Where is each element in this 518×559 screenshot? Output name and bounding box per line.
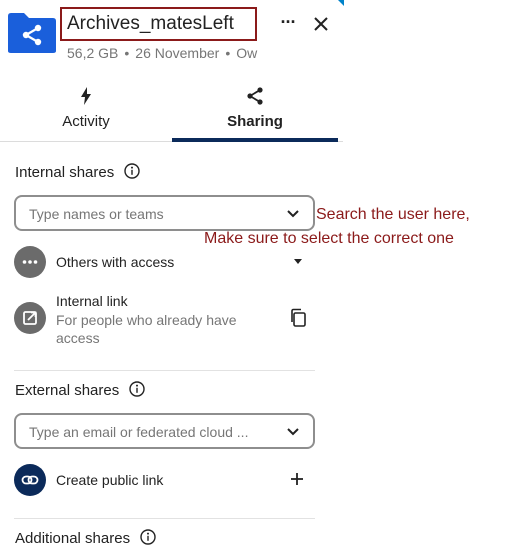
info-icon[interactable] [129,381,146,397]
link-icon [14,464,46,496]
sidebar-header: Archives_matesLeft 56,2 GB • 26 November • O… [0,0,343,78]
internal-share-placeholder: Type names or teams [29,206,164,222]
annotation-line-2: Make sure to select the correct one [204,230,454,247]
additional-shares-title: Additional shares [15,530,131,547]
plus-icon[interactable] [290,472,304,486]
file-meta: 56,2 GB • 26 November • Ow [67,45,258,61]
internal-shares-heading: Internal shares [15,163,141,181]
internal-link-row: Internal link For people who already hav… [14,292,315,348]
file-date: 26 November [135,45,220,61]
external-link-icon [14,302,46,334]
external-shares-heading: External shares [15,381,146,399]
others-with-access-row[interactable]: Others with access [14,245,315,279]
file-size: 56,2 GB [67,45,119,61]
lightning-icon [81,87,91,105]
chevron-down-icon[interactable] [285,206,301,222]
internal-share-search-input[interactable]: Type names or teams [14,195,315,231]
internal-link-description: For people who already have access [56,312,237,346]
external-share-placeholder: Type an email or federated cloud ... [29,424,249,440]
external-share-search-input[interactable]: Type an email or federated cloud ... [14,413,315,449]
shared-folder-icon [8,13,56,53]
external-shares-title: External shares [15,382,120,399]
tab-activity-label: Activity [62,113,110,130]
share-icon [247,87,263,105]
internal-shares-title: Internal shares [15,164,115,181]
sidebar-tabs: Activity Sharing [0,80,343,142]
annotation-line-1: Search the user here, [316,206,470,223]
sharing-sidebar: Archives_matesLeft 56,2 GB • 26 November • O… [0,0,344,559]
additional-shares-heading: Additional shares [15,529,156,547]
create-public-link-label: Create public link [56,472,164,488]
create-public-link-row[interactable]: Create public link [14,463,315,497]
more-icon [14,246,46,278]
info-icon[interactable] [124,163,141,179]
more-actions-button[interactable]: ··· [277,12,299,36]
info-icon[interactable] [140,529,156,545]
file-title[interactable]: Archives_matesLeft [67,13,234,35]
section-divider [14,370,315,371]
internal-link-label: Internal link [56,293,128,309]
close-icon[interactable] [309,12,333,36]
copy-icon[interactable] [289,308,307,328]
tab-sharing-label: Sharing [227,113,283,130]
tab-sharing[interactable]: Sharing [172,80,338,142]
chevron-down-icon[interactable] [285,424,301,440]
section-divider [14,518,315,519]
others-with-access-label: Others with access [56,254,175,270]
file-owner: Ow [236,45,258,61]
caret-down-icon[interactable] [293,258,303,266]
tab-activity[interactable]: Activity [0,80,172,142]
